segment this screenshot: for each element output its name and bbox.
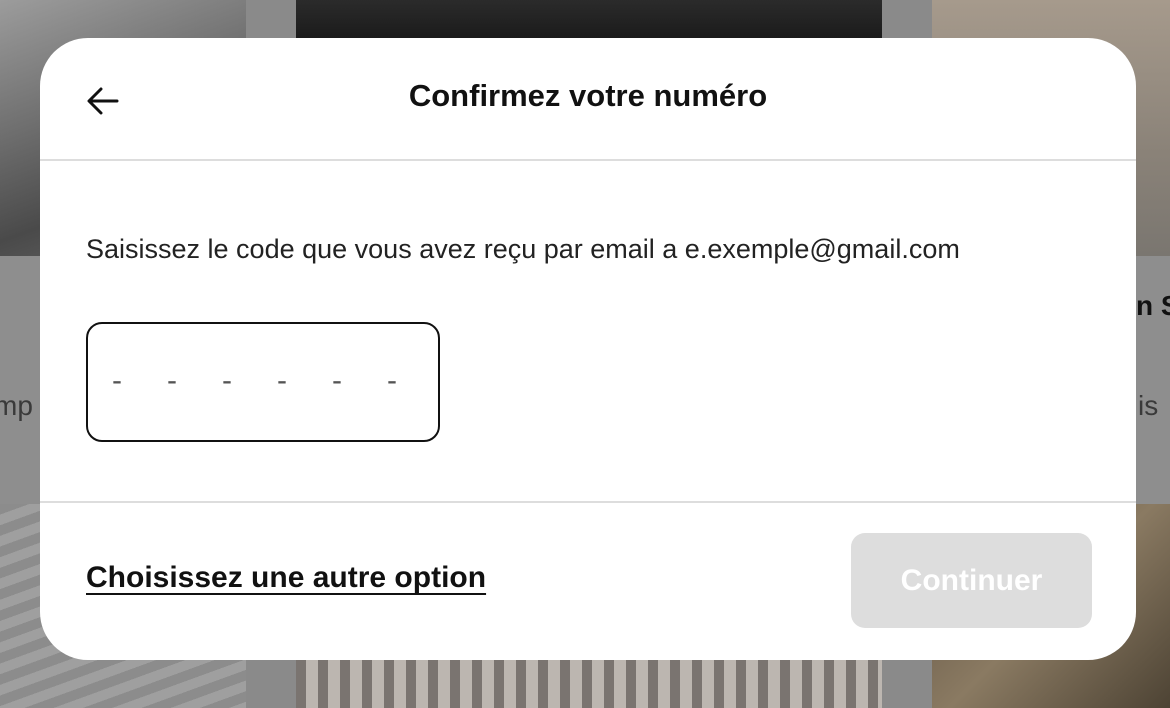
modal-title: Confirmez votre numéro: [408, 78, 768, 113]
verification-code-input[interactable]: - - - - - -: [86, 322, 440, 442]
code-slot: -: [167, 364, 177, 397]
car-listing-image: [296, 0, 882, 40]
continue-button[interactable]: Continuer: [851, 533, 1092, 628]
background-partial-text: mp: [0, 390, 33, 421]
code-slot: -: [387, 364, 397, 397]
modal-header: Confirmez votre numéro: [40, 38, 1136, 161]
modal-footer: Choisissez une autre option Continuer: [40, 501, 1136, 660]
code-slot: -: [222, 364, 232, 397]
modal-body: Saisissez le code que vous avez reçu par…: [40, 161, 1136, 501]
instruction-text: Saisissez le code que vous avez reçu par…: [86, 234, 960, 264]
background-partial-text: is: [1138, 390, 1159, 421]
choose-other-option-link[interactable]: Choisissez une autre option: [86, 561, 486, 595]
background-partial-text: n S: [1136, 290, 1170, 321]
code-slot: -: [112, 364, 122, 397]
car-listing-image: [296, 660, 882, 708]
code-slot: -: [277, 364, 287, 397]
verification-modal: Confirmez votre numéro Saisissez le code…: [40, 38, 1136, 660]
code-slot: -: [332, 364, 342, 397]
